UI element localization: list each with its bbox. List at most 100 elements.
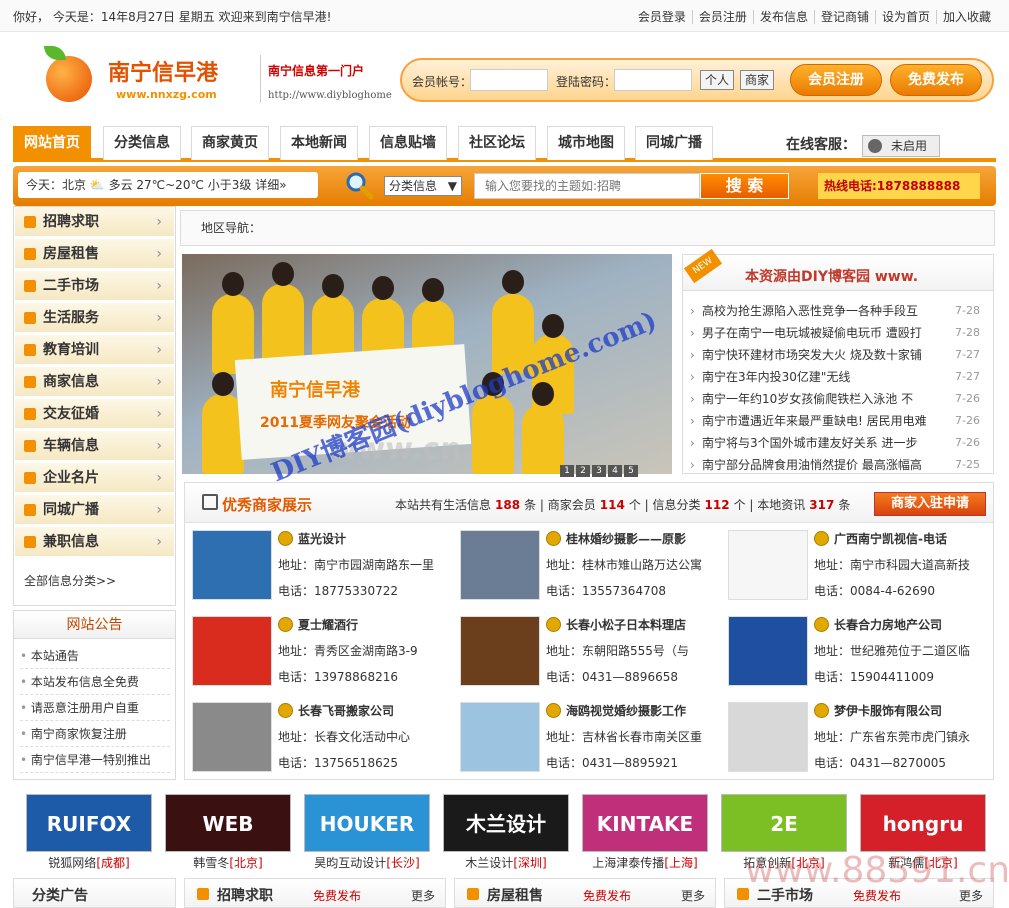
set-homepage-link[interactable]: 设为首页 [874,10,936,24]
notice-item[interactable]: 南宁信早港一特别推出 [20,747,170,773]
merchant-name[interactable]: 海鸥视觉婚纱摄影工作 [546,702,686,719]
merchant-name[interactable]: 长春小松子日本料理店 [546,616,686,633]
all-categories-link[interactable]: 全部信息分类>> [24,572,116,589]
add-favorite-link[interactable]: 加入收藏 [935,10,997,24]
sidebar-item-life-services[interactable]: 生活服务 › [15,303,174,333]
publish-info-link[interactable]: 发布信息 [752,10,814,24]
partner-logo-image[interactable]: HOUKER [304,794,430,852]
merchant-image[interactable] [460,530,540,600]
partner-logo[interactable]: HOUKER 昊昀互动设计[长沙] [304,794,430,870]
jobs-publish-link[interactable]: 免费发布 [313,887,361,904]
nav-home[interactable]: 网站首页 [13,126,91,160]
merchant-name[interactable]: 桂林婚纱摄影——原影 [546,530,686,547]
merchant-card[interactable]: 夏士耀酒行 地址：青秀区金湖南路3-9 电话：13978868216 [184,616,450,694]
notice-item[interactable]: 请恶意注册用户自重 [20,695,170,721]
news-item[interactable]: 南宁将与3个国外城市建友好关系 进一步 7-26 [690,432,988,454]
search-input[interactable] [474,173,700,199]
partner-logo-image[interactable]: WEB [165,794,291,852]
slide-dot[interactable]: 3 [592,465,606,477]
slide-dot[interactable]: 5 [624,465,638,477]
partner-logo-image[interactable]: 木兰设计 [443,794,569,852]
sidebar-item-parttime[interactable]: 兼职信息 › [15,527,174,557]
nav-city-map[interactable]: 城市地图 [547,126,625,160]
sidebar-item-merchants[interactable]: 商家信息 › [15,367,174,397]
nav-local-news[interactable]: 本地新闻 [280,126,358,160]
slide-dot[interactable]: 2 [576,465,590,477]
news-item[interactable]: 南宁部分品牌食用油悄然提价 最高涨幅高 7-25 [690,454,988,476]
merchant-image[interactable] [192,616,272,686]
partner-logo[interactable]: WEB 韩雪冬[北京] [165,794,291,870]
merchant-name[interactable]: 蓝光设计 [278,530,346,547]
account-input[interactable] [470,69,548,91]
weather-widget[interactable]: 今天：北京 ⛅ 多云 27℃~20℃ 小于3级 详细» [18,172,318,198]
password-input[interactable] [614,69,692,91]
logo-icon[interactable] [42,46,102,106]
sidebar-item-jobs[interactable]: 招聘求职 › [15,207,174,237]
merchant-image[interactable] [460,702,540,772]
sidebar-item-business-cards[interactable]: 企业名片 › [15,463,174,493]
notice-item[interactable]: 本站通告 [20,643,170,669]
jobs-box-title[interactable]: 招聘求职 [217,885,273,905]
nav-info-wall[interactable]: 信息贴墙 [369,126,447,160]
partner-logo[interactable]: RUIFOX 锐狐网络[成都] [26,794,152,870]
news-item[interactable]: 南宁快环建材市场突发大火 烧及数十家铺 7-27 [690,344,988,366]
merchant-image[interactable] [460,616,540,686]
notice-item[interactable]: 本站发布信息全免费 [20,669,170,695]
news-item[interactable]: 南宁一年约10岁女孩偷爬铁栏入泳池 不 7-26 [690,388,988,410]
search-button[interactable]: 搜 索 [700,173,789,199]
personal-button[interactable]: 个人 [700,70,735,90]
sidebar-item-education[interactable]: 教育培训 › [15,335,174,365]
register-button[interactable]: 会员注册 [790,64,882,96]
category-select[interactable]: 分类信息 ▼ [384,176,462,196]
merchant-apply-button[interactable]: 商家入驻申请 [874,492,986,516]
housing-box-title[interactable]: 房屋租售 [487,885,543,905]
merchant-card[interactable]: 长春飞哥搬家公司 地址：长春文化活动中心 电话：13756518625 [184,702,450,780]
sidebar-item-vehicles[interactable]: 车辆信息 › [15,431,174,461]
nav-forum[interactable]: 社区论坛 [458,126,536,160]
merchant-card[interactable]: 长春小松子日本料理店 地址：东朝阳路555号（与 电话：0431—8896658 [452,616,718,694]
news-item[interactable]: 南宁在3年内投30亿建"无线 7-27 [690,366,988,388]
sidebar-item-housing[interactable]: 房屋租售 › [15,239,174,269]
nav-classified[interactable]: 分类信息 [103,126,181,160]
member-register-link[interactable]: 会员注册 [691,10,753,24]
merchant-card[interactable]: 海鸥视觉婚纱摄影工作 地址：吉林省长春市南关区重 电话：0431—8895921 [452,702,718,780]
housing-more-link[interactable]: 更多 [681,887,705,904]
partner-logo-image[interactable]: RUIFOX [26,794,152,852]
news-item[interactable]: 高校为抢生源陷入恶性竞争一各种手段互 7-28 [690,300,988,322]
register-shop-link[interactable]: 登记商铺 [813,10,875,24]
partner-logo-image[interactable]: hongru [860,794,986,852]
nav-yellow-pages[interactable]: 商家黄页 [191,126,269,160]
jobs-more-link[interactable]: 更多 [411,887,435,904]
merchant-image[interactable] [192,702,272,772]
news-item[interactable]: 南宁市遭遇近年来最严重缺电! 居民用电难 7-26 [690,410,988,432]
notice-item[interactable]: 南宁商家恢复注册 [20,721,170,747]
merchant-name[interactable]: 梦伊卡服饰有限公司 [814,702,942,719]
merchant-name[interactable]: 夏士耀酒行 [278,616,358,633]
merchant-button[interactable]: 商家 [740,70,775,90]
partner-logo-image[interactable]: KINTAKE [582,794,708,852]
merchant-image[interactable] [728,530,808,600]
merchant-card[interactable]: 桂林婚纱摄影——原影 地址：桂林市雉山路万达公寓 电话：13557364708 [452,530,718,608]
slide-dot[interactable]: 1 [560,465,574,477]
news-item[interactable]: 男子在南宁一电玩城被疑偷电玩币 遭殴打 7-28 [690,322,988,344]
merchant-card[interactable]: 长春合力房地产公司 地址：世纪雅苑位于二道区临 电话：15904411009 [720,616,986,694]
merchant-name[interactable]: 长春合力房地产公司 [814,616,942,633]
partner-logo-image[interactable]: 2E [721,794,847,852]
housing-publish-link[interactable]: 免费发布 [583,887,631,904]
merchant-name[interactable]: 长春飞哥搬家公司 [278,702,394,719]
logo-text[interactable]: 南宁信早港 [108,55,218,87]
sidebar-item-secondhand[interactable]: 二手市场 › [15,271,174,301]
publish-button[interactable]: 免费发布 [890,64,982,96]
merchant-name[interactable]: 广西南宁凯视信-电话 [814,530,947,547]
merchant-card[interactable]: 蓝光设计 地址：南宁市园湖南路东一里 电话：18775330722 [184,530,450,608]
merchant-image[interactable] [728,616,808,686]
sidebar-item-broadcast[interactable]: 同城广播 › [15,495,174,525]
member-login-link[interactable]: 会员登录 [632,10,692,24]
slide-dot[interactable]: 4 [608,465,622,477]
merchant-card[interactable]: 广西南宁凯视信-电话 地址：南宁市科园大道高新技 电话：0084-4-62690 [720,530,986,608]
nav-broadcast[interactable]: 同城广播 [635,126,713,160]
merchant-image[interactable] [192,530,272,600]
sidebar-item-dating[interactable]: 交友征婚 › [15,399,174,429]
merchant-image[interactable] [728,702,808,772]
merchant-card[interactable]: 梦伊卡服饰有限公司 地址：广东省东莞市虎门镇永 电话：0431—8270005 [720,702,986,780]
